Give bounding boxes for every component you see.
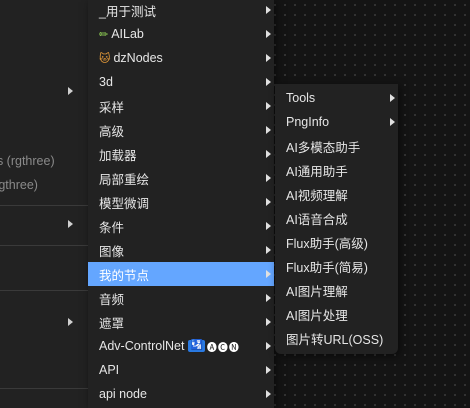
chevron-right-icon [266, 246, 271, 254]
menu-item-label: 局部重绘 [99, 172, 150, 187]
chevron-right-icon [68, 220, 73, 228]
menu-item-label: 我的节点 [99, 268, 150, 283]
menu-item-label: API [99, 363, 120, 377]
chevron-right-icon [266, 126, 271, 134]
pencil-icon: ✏ [99, 28, 109, 41]
submenu-item-label: Tools [286, 91, 316, 105]
parent-menu-item[interactable]: (rgthree) [0, 178, 38, 192]
chevron-right-icon [266, 150, 271, 158]
chevron-right-icon [266, 270, 271, 278]
submenu-item-label: 图片转URL(OSS) [286, 332, 384, 347]
passport-control-icon: 🛂 [188, 340, 205, 352]
node-category-menu: _用于测试 ✏ AILab 🐱 dzNodes 3d 采样 高级 加载器 局部重… [88, 0, 274, 408]
menu-item-api-node[interactable]: api node [88, 382, 274, 406]
submenu-item-label: AI语音合成 [286, 212, 348, 227]
chevron-right-icon [266, 294, 271, 302]
menu-item-model-finetune[interactable]: 模型微调 [88, 190, 274, 214]
menu-item-label: 3d [99, 75, 113, 89]
submenu-item-label: AI图片理解 [286, 284, 348, 299]
cat-face-icon: 🐱 [99, 52, 111, 65]
menu-item-mask[interactable]: 遮罩 [88, 310, 274, 334]
submenu-item-label: AI多模态助手 [286, 140, 361, 155]
menu-item-label: api node [99, 387, 147, 401]
submenu-item-ai-image-processing[interactable]: AI图片处理 [275, 302, 398, 326]
menu-separator [0, 205, 90, 206]
menu-item-api[interactable]: API [88, 358, 274, 382]
submenu-item-ai-multimodal[interactable]: AI多模态助手 [275, 134, 398, 158]
menu-item-audio[interactable]: 音频 [88, 286, 274, 310]
chevron-right-icon [390, 118, 395, 126]
parent-context-menu: es (rgthree) (rgthree) [0, 0, 90, 408]
menu-separator [0, 245, 90, 246]
submenu-item-label: AI图片处理 [286, 308, 348, 323]
chevron-right-icon [266, 30, 271, 38]
menu-item-image[interactable]: 图像 [88, 238, 274, 262]
submenu-item-ai-general[interactable]: AI通用助手 [275, 158, 398, 182]
menu-item-label: 加载器 [99, 148, 137, 163]
menu-item-label: Adv-ControlNet [99, 339, 185, 353]
menu-item-label: AILab [111, 27, 144, 41]
menu-item-label: 遮罩 [99, 316, 125, 331]
menu-item-label: 图像 [99, 244, 125, 259]
acn-letters-icon: 🅐🅒🅝 [206, 342, 240, 354]
menu-item-inpainting[interactable]: 局部重绘 [88, 166, 274, 190]
chevron-right-icon [68, 87, 73, 95]
submenu-item-label: PngInfo [286, 115, 330, 129]
chevron-right-icon [266, 6, 271, 14]
menu-item-conditioning[interactable]: 条件 [88, 214, 274, 238]
submenu-item-label: Flux助手(高级) [286, 236, 368, 251]
menu-item-adv-controlnet[interactable]: Adv-ControlNet 🛂 🅐🅒🅝 [88, 334, 274, 358]
menu-separator [0, 290, 90, 291]
submenu-item-pnginfo[interactable]: PngInfo [275, 110, 398, 134]
menu-item-label: 条件 [99, 220, 125, 235]
chevron-right-icon [266, 198, 271, 206]
chevron-right-icon [266, 222, 271, 230]
submenu-item-label: AI视频理解 [286, 188, 348, 203]
chevron-right-icon [390, 94, 395, 102]
submenu-item-label: Flux助手(简易) [286, 260, 368, 275]
menu-item-test[interactable]: _用于测试 [88, 0, 274, 22]
submenu-item-flux-simple[interactable]: Flux助手(简易) [275, 254, 398, 278]
chevron-right-icon [266, 54, 271, 62]
submenu-item-ai-video[interactable]: AI视频理解 [275, 182, 398, 206]
menu-item-label: 高级 [99, 124, 125, 139]
menu-item-ailab[interactable]: ✏ AILab [88, 22, 274, 46]
menu-item-label: 采样 [99, 100, 125, 115]
my-nodes-submenu: Tools PngInfo AI多模态助手 AI通用助手 AI视频理解 AI语音… [275, 84, 398, 354]
submenu-item-flux-advanced[interactable]: Flux助手(高级) [275, 230, 398, 254]
menu-item-3d[interactable]: 3d [88, 70, 274, 94]
parent-menu-item[interactable]: es (rgthree) [0, 154, 55, 168]
chevron-right-icon [266, 174, 271, 182]
submenu-item-ai-tts[interactable]: AI语音合成 [275, 206, 398, 230]
submenu-item-label: AI通用助手 [286, 164, 348, 179]
menu-item-label: 音频 [99, 292, 125, 307]
chevron-right-icon [266, 102, 271, 110]
submenu-item-image-to-url[interactable]: 图片转URL(OSS) [275, 326, 398, 350]
menu-separator [0, 388, 90, 389]
chevron-right-icon [266, 318, 271, 326]
submenu-item-tools[interactable]: Tools [275, 86, 398, 110]
submenu-item-ai-image-understanding[interactable]: AI图片理解 [275, 278, 398, 302]
menu-item-label: _用于测试 [99, 4, 156, 19]
menu-item-dznodes[interactable]: 🐱 dzNodes [88, 46, 274, 70]
menu-item-my-nodes[interactable]: 我的节点 [88, 262, 274, 286]
chevron-right-icon [68, 318, 73, 326]
menu-item-label: dzNodes [113, 51, 163, 65]
menu-item-advanced[interactable]: 高级 [88, 118, 274, 142]
menu-item-loaders[interactable]: 加载器 [88, 142, 274, 166]
chevron-right-icon [266, 366, 271, 374]
chevron-right-icon [266, 390, 271, 398]
menu-item-label: 模型微调 [99, 196, 150, 211]
menu-item-sampling[interactable]: 采样 [88, 94, 274, 118]
chevron-right-icon [266, 342, 271, 350]
chevron-right-icon [266, 78, 271, 86]
